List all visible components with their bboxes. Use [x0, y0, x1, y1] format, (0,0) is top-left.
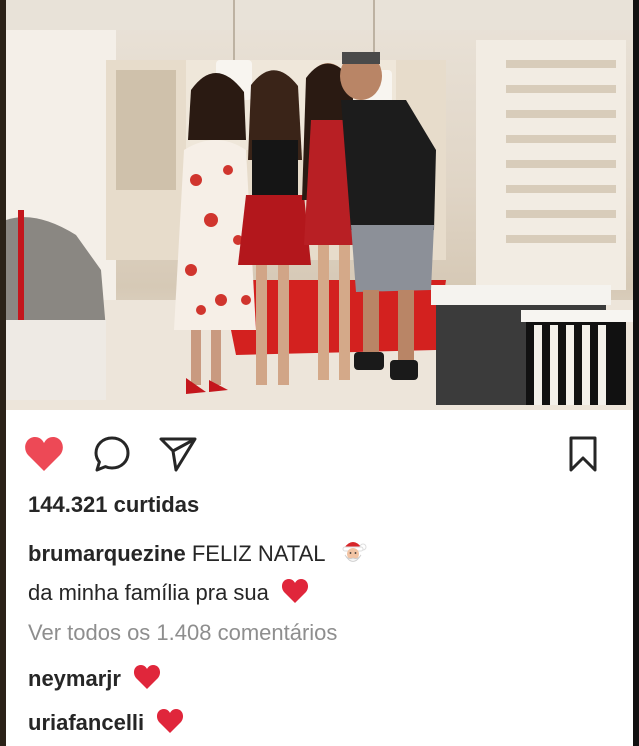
comment-1: neymarjr [28, 664, 161, 696]
paper-plane-icon [159, 437, 197, 472]
comment-2: uriafancelli [28, 708, 184, 740]
red-heart-emoji [133, 664, 161, 696]
bookmark-icon [569, 436, 597, 472]
comment-username[interactable]: uriafancelli [28, 710, 144, 735]
santa-emoji [339, 538, 367, 572]
heart-filled-icon [25, 437, 63, 471]
likes-count[interactable]: 144.321 curtidas [28, 492, 199, 518]
share-button[interactable] [156, 432, 200, 476]
caption-line-2: da minha família pra sua [28, 578, 309, 610]
post-action-bar [6, 410, 633, 490]
post-photo[interactable] [6, 0, 633, 410]
save-button[interactable] [561, 432, 605, 476]
red-heart-emoji [281, 578, 309, 610]
red-heart-emoji [156, 708, 184, 740]
comment-bubble-icon [94, 436, 130, 472]
caption-username[interactable]: brumarquezine [28, 541, 186, 566]
comment-username[interactable]: neymarjr [28, 666, 121, 691]
like-button[interactable] [22, 432, 66, 476]
caption-line-1: brumarquezine FELIZ NATAL [28, 538, 367, 572]
right-frame-edge [633, 0, 639, 746]
caption-text-2: da minha família pra sua [28, 579, 269, 605]
post-photo-illustration [6, 0, 633, 410]
caption-text: FELIZ NATAL [191, 540, 325, 566]
comment-button[interactable] [90, 432, 134, 476]
view-all-comments-link[interactable]: Ver todos os 1.408 comentários [28, 620, 337, 646]
